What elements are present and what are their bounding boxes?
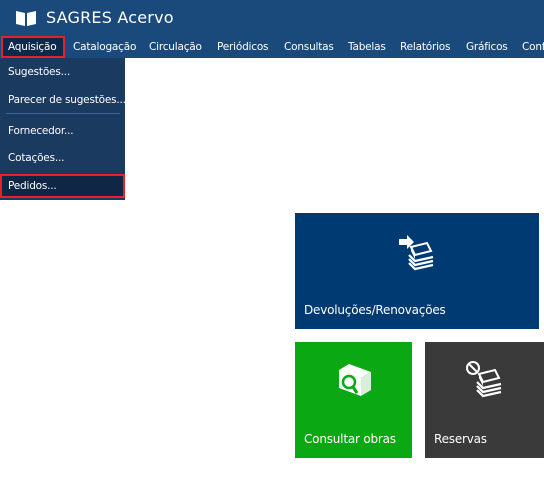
return-books-icon — [399, 235, 434, 271]
app-title: SAGRES Acervo — [46, 8, 174, 27]
menu-catalogacao[interactable]: Catalogação — [73, 36, 136, 58]
menu-graficos[interactable]: Gráficos — [466, 36, 508, 58]
menu-separator — [6, 113, 120, 114]
tile-label: Reservas — [434, 432, 487, 446]
menu-circulacao[interactable]: Circulação — [149, 36, 202, 58]
open-book-icon — [16, 11, 36, 26]
tile-label: Devoluções/Renovações — [304, 303, 446, 317]
menu-periodicos[interactable]: Periódicos — [217, 36, 269, 58]
menu-relatorios[interactable]: Relatórios — [400, 36, 451, 58]
title-bar: SAGRES Acervo — [0, 0, 544, 36]
menu-tabelas[interactable]: Tabelas — [348, 36, 386, 58]
menu-option-cotacoes[interactable]: Cotações... — [0, 148, 125, 168]
menu-consultas[interactable]: Consultas — [284, 36, 334, 58]
menu-option-sugestoes[interactable]: Sugestões... — [0, 62, 125, 82]
menu-configuracoes[interactable]: Conf — [522, 36, 544, 58]
main-menu-bar: Aquisição Catalogação Circulação Periódi… — [0, 36, 544, 58]
menu-aquisicao[interactable]: Aquisição — [1, 36, 65, 58]
menu-option-fornecedor[interactable]: Fornecedor... — [0, 121, 125, 141]
search-books-icon — [339, 364, 371, 396]
aquisicao-dropdown-menu: Sugestões... Parecer de sugestões... For… — [0, 58, 126, 200]
tile-consultar-obras[interactable]: Consultar obras — [295, 342, 412, 458]
menu-option-pedidos[interactable]: Pedidos... — [0, 174, 125, 198]
tile-devolucoes-renovacoes[interactable]: Devoluções/Renovações — [295, 213, 539, 329]
tile-reservas[interactable]: Reservas — [425, 342, 544, 458]
reserved-books-icon — [466, 361, 502, 398]
menu-option-parecer-sugestoes[interactable]: Parecer de sugestões... — [0, 90, 126, 110]
tile-label: Consultar obras — [304, 432, 396, 446]
